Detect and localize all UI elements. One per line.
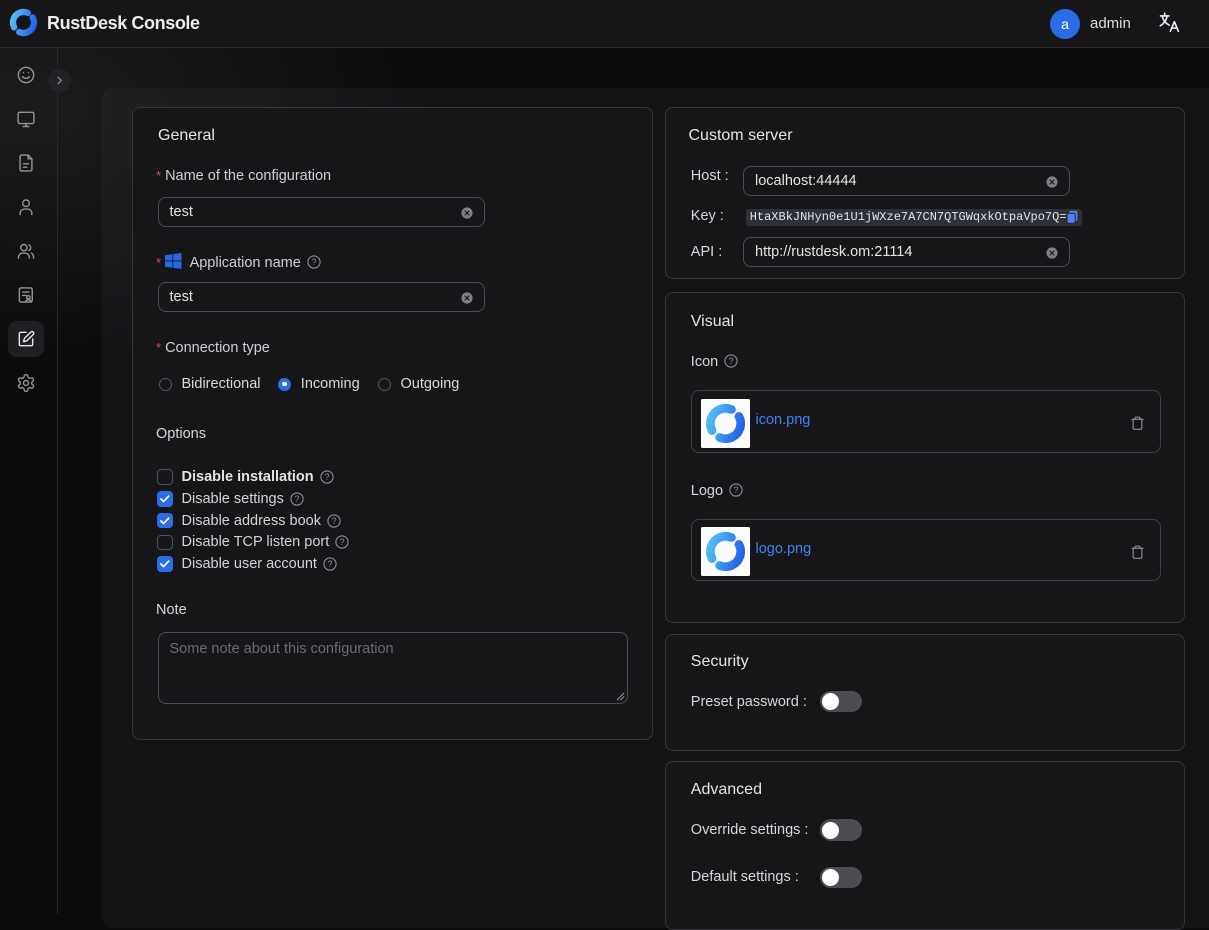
svg-text:?: ? (331, 516, 336, 526)
svg-text:?: ? (311, 257, 316, 267)
svg-text:?: ? (729, 356, 734, 366)
svg-text:?: ? (324, 472, 329, 482)
svg-text:?: ? (734, 485, 739, 495)
svg-text:?: ? (327, 559, 332, 569)
svg-text:?: ? (294, 494, 299, 504)
svg-text:?: ? (340, 538, 345, 548)
